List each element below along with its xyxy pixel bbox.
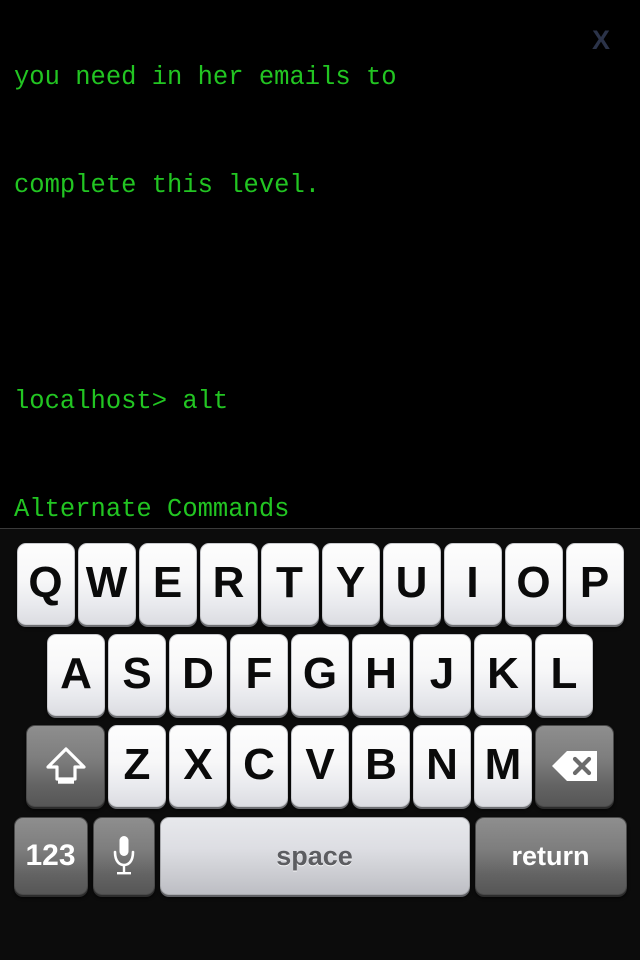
key-label: H <box>365 649 397 698</box>
key-label: B <box>365 740 397 789</box>
key-g[interactable]: G <box>291 634 349 716</box>
numbers-key[interactable]: 123 <box>13 817 88 895</box>
key-label: Q <box>28 558 63 607</box>
key-label: O <box>516 558 551 607</box>
key-label: U <box>395 558 428 607</box>
key-k[interactable]: K <box>474 634 532 716</box>
key-label: X <box>183 740 213 789</box>
key-label: E <box>152 558 183 607</box>
key-label: M <box>484 740 522 789</box>
key-label: V <box>305 740 335 789</box>
key-a[interactable]: A <box>47 634 105 716</box>
space-key[interactable]: space <box>159 817 470 895</box>
keyboard-row-1: Q W E R T Y U I O P <box>0 543 640 625</box>
microphone-icon <box>113 836 134 875</box>
key-label: F <box>245 649 273 698</box>
key-label: space <box>276 840 353 871</box>
terminal-line-table-title: Alternate Commands <box>14 495 290 524</box>
key-label: A <box>60 649 92 698</box>
key-label: L <box>550 649 578 698</box>
key-j[interactable]: J <box>413 634 471 716</box>
terminal-text-body: you need in her emails to complete this … <box>0 0 640 528</box>
key-label: G <box>302 649 338 698</box>
return-key[interactable]: return <box>474 817 627 895</box>
key-label: R <box>212 558 245 607</box>
keyboard-row-2: A S D F G H J K L <box>0 634 640 716</box>
keyboard-row-3: Z X C V B N M <box>0 725 640 807</box>
close-icon[interactable]: X <box>592 27 610 54</box>
shift-arrow-icon <box>45 747 86 784</box>
key-label: Z <box>123 740 151 789</box>
key-label: P <box>579 558 610 607</box>
key-label: T <box>276 558 303 607</box>
backspace-key[interactable] <box>535 725 614 807</box>
key-i[interactable]: I <box>443 543 502 625</box>
key-p[interactable]: P <box>565 543 624 625</box>
terminal-output[interactable]: X you need in her emails to complete thi… <box>0 0 640 528</box>
key-e[interactable]: E <box>138 543 197 625</box>
key-b[interactable]: B <box>352 725 410 807</box>
key-label: W <box>85 558 128 607</box>
key-label: D <box>182 649 214 698</box>
key-t[interactable]: T <box>260 543 319 625</box>
key-label: return <box>511 840 590 871</box>
key-z[interactable]: Z <box>108 725 166 807</box>
terminal-line: complete this level. <box>14 171 321 200</box>
key-l[interactable]: L <box>535 634 593 716</box>
keyboard-row-4: 123 space return <box>0 817 640 895</box>
key-m[interactable]: M <box>474 725 532 807</box>
terminal-line-command-echo: localhost> alt <box>14 387 229 416</box>
key-label: N <box>426 740 458 789</box>
key-o[interactable]: O <box>504 543 563 625</box>
dictation-key[interactable] <box>92 817 155 895</box>
key-label: J <box>429 649 455 698</box>
key-n[interactable]: N <box>413 725 471 807</box>
key-label: 123 <box>25 839 76 872</box>
key-y[interactable]: Y <box>321 543 380 625</box>
backspace-icon <box>551 751 597 781</box>
key-label: I <box>466 558 479 607</box>
key-w[interactable]: W <box>77 543 136 625</box>
key-d[interactable]: D <box>169 634 227 716</box>
key-h[interactable]: H <box>352 634 410 716</box>
key-x[interactable]: X <box>169 725 227 807</box>
key-label: S <box>122 649 152 698</box>
key-label: K <box>487 649 519 698</box>
key-q[interactable]: Q <box>16 543 75 625</box>
key-u[interactable]: U <box>382 543 441 625</box>
key-v[interactable]: V <box>291 725 349 807</box>
shift-key[interactable] <box>26 725 105 807</box>
key-s[interactable]: S <box>108 634 166 716</box>
key-r[interactable]: R <box>199 543 258 625</box>
key-c[interactable]: C <box>230 725 288 807</box>
key-f[interactable]: F <box>230 634 288 716</box>
terminal-line: you need in her emails to <box>14 63 397 92</box>
onscreen-keyboard[interactable]: Q W E R T Y U I O P A S D F G H J K L Z … <box>0 528 640 960</box>
phone-screen: X you need in her emails to complete thi… <box>0 0 640 960</box>
key-label: C <box>243 740 275 789</box>
key-label: Y <box>335 558 366 607</box>
